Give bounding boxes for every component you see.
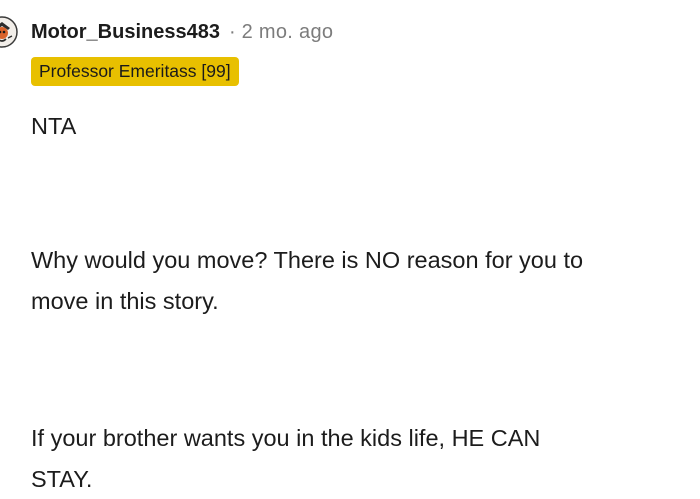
comment-author[interactable]: Motor_Business483 (31, 21, 220, 44)
user-avatar-icon[interactable] (0, 16, 18, 48)
user-flair[interactable]: Professor Emeritass [99] (31, 57, 239, 86)
comment: Motor_Business483 · 2 mo. ago Professor … (0, 0, 700, 494)
comment-paragraph-continued: STAY. (31, 466, 93, 492)
comment-paragraph: NTA (31, 113, 77, 139)
comment-timestamp[interactable]: 2 mo. ago (242, 21, 334, 44)
meta-separator: · (228, 20, 236, 43)
comment-paragraph-continued: move in this story. (31, 288, 219, 314)
comment-meta: Motor_Business483 · 2 mo. ago (31, 19, 333, 45)
comment-paragraph: Why would you move? There is NO reason f… (31, 247, 584, 273)
comment-paragraph: If your brother wants you in the kids li… (31, 425, 541, 451)
